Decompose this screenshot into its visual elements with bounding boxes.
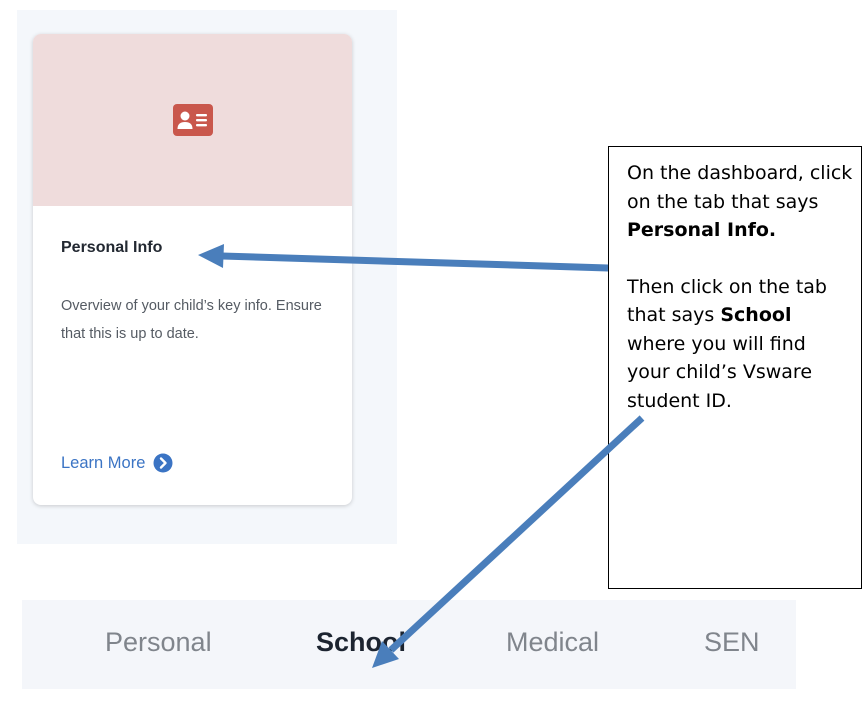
chevron-right-circle-icon (153, 453, 173, 473)
card-hero (33, 34, 352, 206)
instruction-step-1: On the dashboard, click on the tab that … (627, 162, 853, 241)
tab-school[interactable]: School (316, 627, 406, 658)
profile-tab-strip: Personal School Medical SEN (22, 600, 796, 689)
instruction-step-2-bold: School (720, 304, 792, 326)
tab-personal[interactable]: Personal (105, 627, 212, 658)
id-card-icon (173, 104, 213, 136)
personal-info-card[interactable]: Personal Info Overview of your child’s k… (33, 34, 352, 505)
card-description: Overview of your child’s key info. Ensur… (61, 298, 322, 342)
learn-more-label: Learn More (61, 453, 146, 472)
tab-sen[interactable]: SEN (704, 627, 760, 658)
annotated-screenshot: Personal Info Overview of your child’s k… (0, 0, 863, 725)
instruction-step-2: Then click on the tab that says School w… (627, 275, 827, 412)
tab-medical[interactable]: Medical (506, 627, 599, 658)
learn-more-link[interactable]: Learn More (61, 453, 173, 473)
instruction-callout: On the dashboard, click on the tab that … (608, 146, 862, 589)
instruction-step-1-bold: Personal Info. (627, 219, 777, 241)
card-title: Personal Info (61, 239, 163, 256)
